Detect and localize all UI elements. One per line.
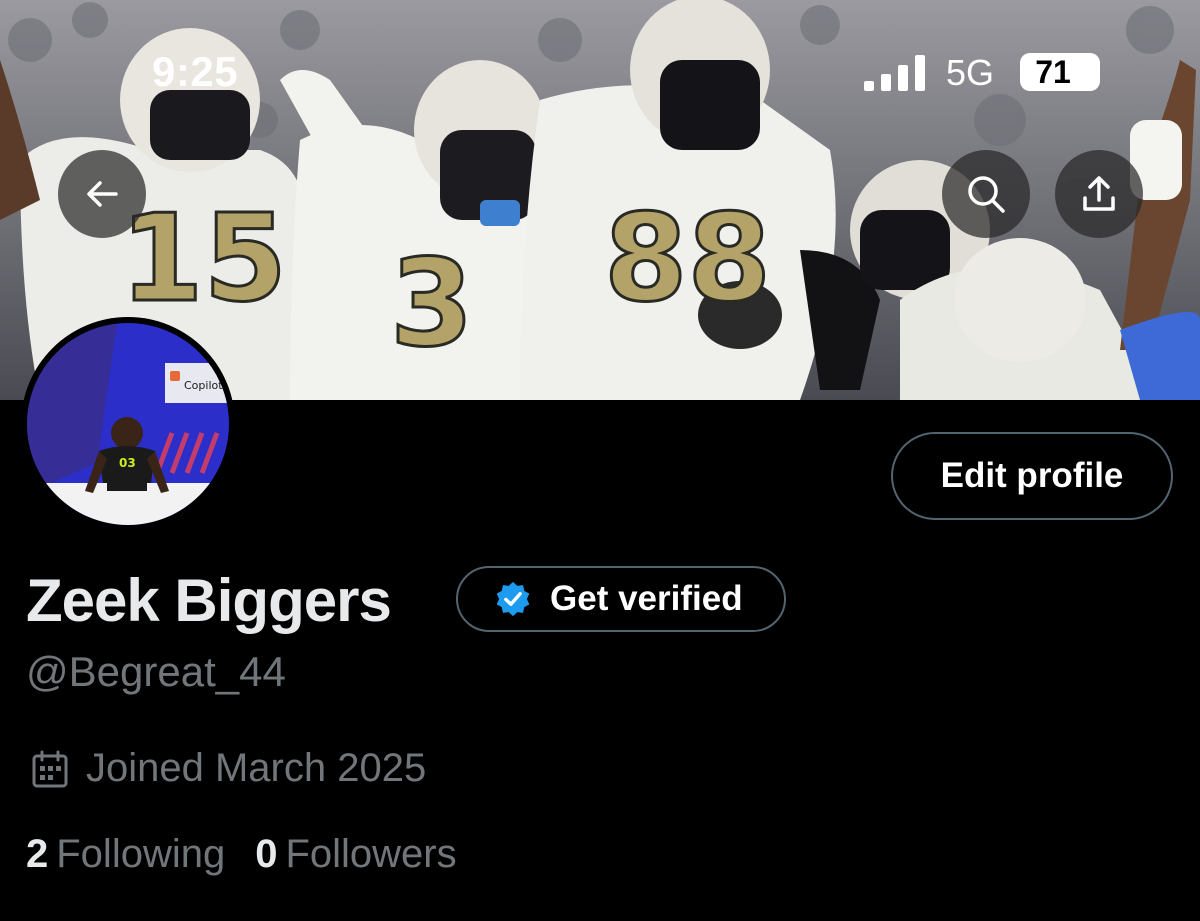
back-button[interactable] — [58, 150, 146, 238]
battery-level: 71 — [1035, 54, 1071, 90]
joined-date-row: Joined March 2025 — [30, 746, 426, 791]
get-verified-button[interactable]: Get verified — [456, 566, 786, 632]
battery-empty-portion — [1086, 53, 1100, 91]
cellular-signal-icon — [864, 55, 925, 91]
search-icon — [968, 176, 1005, 213]
profile-name: Zeek Biggers — [26, 567, 392, 634]
banner-jersey-3: 3 — [390, 235, 474, 374]
get-verified-label: Get verified — [550, 579, 743, 618]
avatar-jersey-number: 03 — [119, 456, 136, 470]
profile-handle: @Begreat_44 — [26, 648, 286, 695]
network-type: 5G — [946, 52, 995, 93]
followers-link[interactable]: 0 Followers — [255, 832, 456, 877]
joined-date: Joined March 2025 — [86, 746, 427, 790]
following-link[interactable]: 2 Following — [26, 832, 225, 877]
avatar[interactable]: Copilot 03 — [21, 317, 235, 531]
back-arrow-icon — [87, 181, 118, 207]
calendar-icon — [32, 750, 68, 787]
avatar-image: Copilot 03 — [27, 323, 229, 525]
status-time: 9:25 — [152, 48, 239, 95]
search-button[interactable] — [942, 150, 1030, 238]
following-count: 2 — [26, 832, 49, 876]
share-icon — [1083, 176, 1115, 211]
followers-count: 0 — [255, 832, 278, 876]
avatar-sponsor-text: Copilot — [184, 379, 223, 392]
banner-jersey-15: 15 — [120, 190, 287, 329]
verified-badge-icon — [496, 581, 530, 617]
share-button[interactable] — [1055, 150, 1143, 238]
following-label: Following — [56, 832, 226, 876]
edit-profile-button[interactable]: Edit profile — [891, 432, 1173, 520]
banner-jersey-88: 88 — [604, 190, 771, 329]
followers-label: Followers — [285, 832, 457, 876]
battery-indicator: 71 — [1020, 53, 1100, 91]
follow-stats: 2 Following 0 Followers — [26, 832, 487, 877]
